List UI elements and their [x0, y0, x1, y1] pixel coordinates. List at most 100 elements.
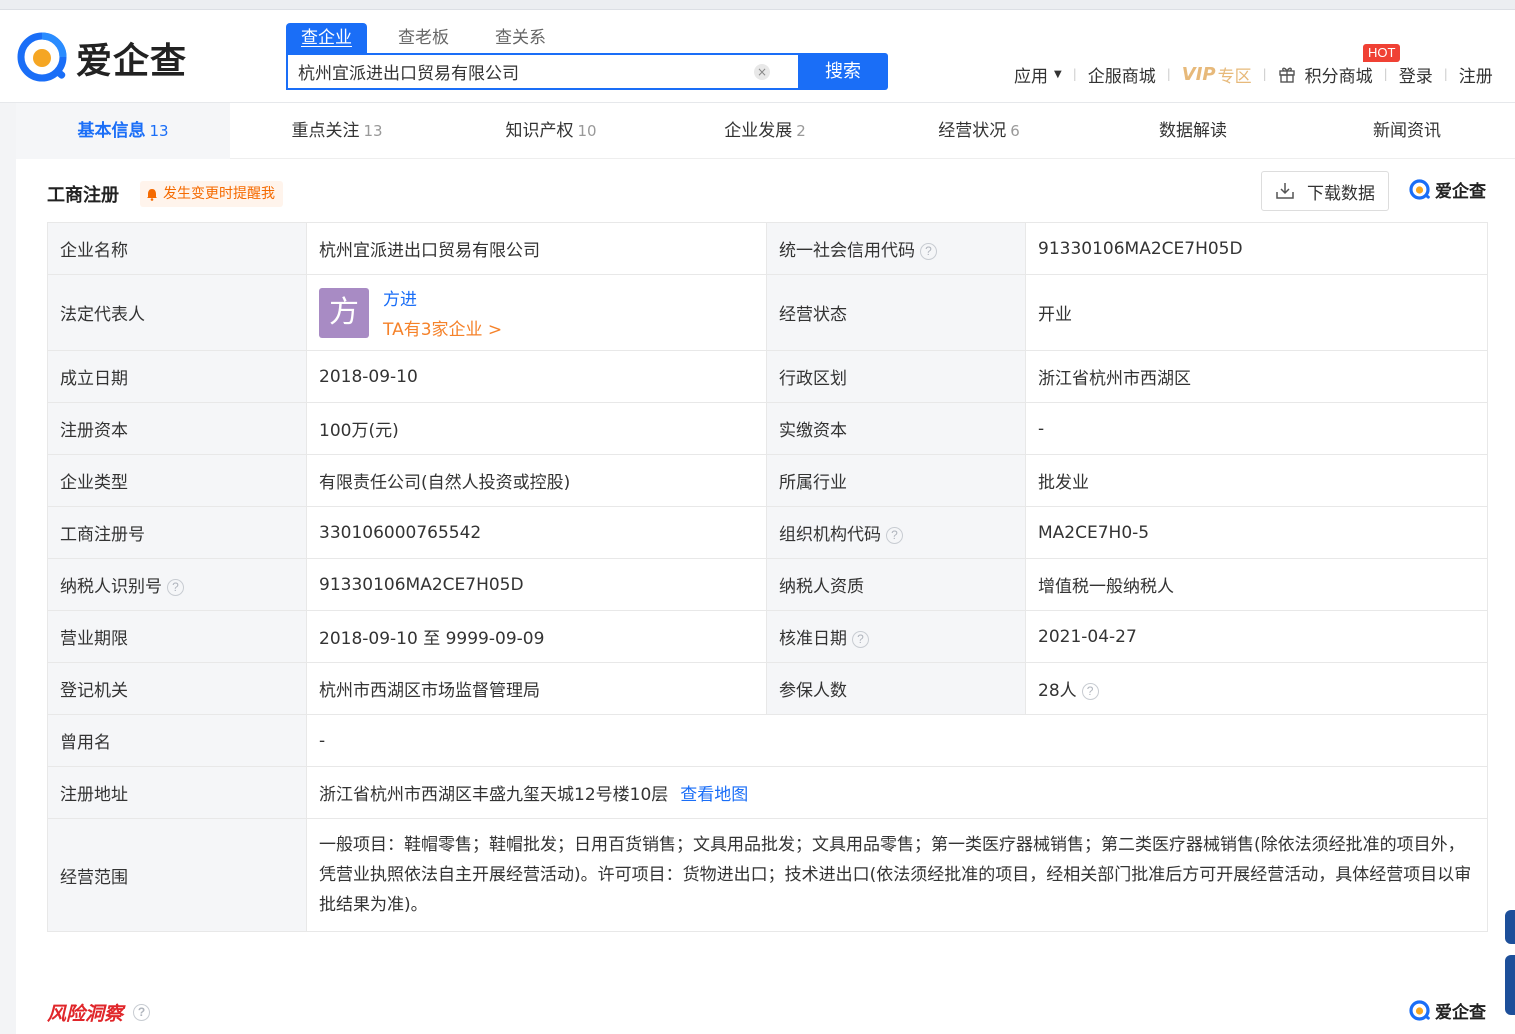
reg-no-value: 330106000765542 — [306, 506, 767, 559]
info-label: 注册地址 — [47, 766, 307, 819]
register-link[interactable]: 注册 — [1459, 62, 1493, 87]
view-map-link[interactable]: 查看地图 — [680, 785, 748, 805]
nav-divider: | — [1262, 67, 1267, 81]
tab-ip[interactable]: 知识产权 10 — [444, 103, 658, 159]
tab-count: 13 — [363, 122, 383, 140]
site-logo[interactable]: 爱企查 — [16, 28, 187, 88]
tab-count: 13 — [149, 122, 169, 140]
tab-search-relation[interactable]: 查关系 — [480, 23, 561, 53]
section-title: 工商注册 — [47, 185, 119, 206]
nav-apps[interactable]: 应用 ▼ — [1014, 62, 1062, 87]
table-row: 经营范围 一般项目：鞋帽零售；鞋帽批发；日用百货销售；文具用品批发；文具用品零售… — [47, 818, 1488, 932]
table-row: 营业期限 2018-09-10 至 9999-09-09 核准日期? 2021-… — [47, 610, 1488, 663]
aiqicha-logo-icon — [17, 32, 67, 82]
info-label: 曾用名 — [47, 714, 307, 767]
risk-insight-title: 风险洞察 ? — [47, 999, 151, 1026]
nav-points-mall[interactable]: 积分商城 — [1278, 62, 1373, 87]
table-row: 成立日期 2018-09-10 行政区划 浙江省杭州市西湖区 — [47, 350, 1488, 403]
status-value: 开业 — [1025, 274, 1488, 351]
approved-value: 2021-04-27 — [1025, 610, 1488, 663]
table-row: 登记机关 杭州市西湖区市场监督管理局 参保人数 28人? — [47, 662, 1488, 715]
help-icon[interactable]: ? — [1081, 682, 1099, 700]
top-nav: 应用 ▼ | 企服商城 | VIP 专区 | 积分商城 | 登录 | 注册 — [1014, 62, 1493, 87]
nav-divider: | — [1072, 67, 1077, 81]
tab-basic-info[interactable]: 基本信息 13 — [16, 103, 230, 159]
info-label: 登记机关 — [47, 662, 307, 715]
taxpayer-id-value: 91330106MA2CE7H05D — [306, 558, 767, 611]
tab-count: 10 — [577, 122, 597, 140]
tab-data-insight[interactable]: 数据解读 — [1086, 103, 1300, 159]
info-label: 经营范围 — [47, 818, 307, 932]
caret-down-icon: ▼ — [1054, 68, 1062, 80]
help-icon[interactable]: ? — [886, 526, 903, 544]
paid-capital-value: - — [1025, 402, 1488, 455]
search-input[interactable] — [298, 55, 748, 88]
tab-label: 知识产权 — [505, 121, 574, 141]
nav-mall[interactable]: 企服商城 — [1088, 62, 1156, 87]
taxpayer-id-label: 纳税人识别号 — [60, 577, 162, 597]
watermark-logo-text: 爱企查 — [1435, 1003, 1486, 1023]
nav-vip[interactable]: VIP 专区 — [1182, 62, 1252, 87]
remind-label: 发生变更时提醒我 — [163, 186, 275, 202]
nav-divider: | — [1166, 67, 1171, 81]
legal-rep-cell: 方 方进 TA有3家企业 > — [306, 274, 767, 351]
table-row: 工商注册号 330106000765542 组织机构代码? MA2CE7H0-5 — [47, 506, 1488, 559]
aiqicha-logo-icon — [1409, 178, 1430, 200]
aiqicha-logo-icon — [1409, 999, 1430, 1021]
watermark-logo: 爱企查 — [1408, 177, 1486, 202]
info-label: 注册资本 — [47, 402, 307, 455]
change-remind-button[interactable]: 发生变更时提醒我 — [140, 181, 283, 207]
help-icon[interactable]: ? — [920, 242, 937, 260]
nav-divider: | — [1443, 67, 1448, 81]
tab-news[interactable]: 新闻资讯 — [1300, 103, 1514, 159]
nav-points-label: 积分商城 — [1304, 66, 1373, 87]
info-label: 营业期限 — [47, 610, 307, 663]
site-header: 爱企查 查企业 查老板 查关系 × 搜索 HOT 应用 ▼ | 企服商城 | V… — [0, 10, 1515, 103]
info-label: 企业类型 — [47, 454, 307, 507]
browser-top-strip — [0, 0, 1515, 10]
nav-divider: | — [1383, 67, 1388, 81]
founded-value: 2018-09-10 — [306, 350, 767, 403]
vip-logo: VIP — [1181, 63, 1216, 85]
vip-zone-label: 专区 — [1217, 66, 1252, 87]
tab-key-focus[interactable]: 重点关注 13 — [230, 103, 444, 159]
floating-side-button[interactable] — [1505, 955, 1515, 1015]
table-row: 注册资本 100万(元) 实缴资本 - — [47, 402, 1488, 455]
tab-label: 企业发展 — [724, 121, 793, 141]
tab-label: 新闻资讯 — [1373, 121, 1441, 141]
tab-count: 2 — [796, 122, 806, 140]
avatar[interactable]: 方 — [319, 287, 369, 338]
tab-search-boss[interactable]: 查老板 — [383, 23, 464, 53]
legal-rep-companies-link[interactable]: TA有3家企业 > — [383, 315, 502, 340]
search-button[interactable]: 搜索 — [798, 53, 888, 90]
tab-label: 重点关注 — [291, 121, 360, 141]
tab-development[interactable]: 企业发展 2 — [658, 103, 872, 159]
info-label: 统一社会信用代码? — [766, 222, 1026, 275]
search-box: × — [286, 53, 798, 90]
download-data-button[interactable]: 下载数据 — [1261, 171, 1389, 211]
legal-rep-name-link[interactable]: 方进 — [383, 285, 502, 310]
insured-value: 28人 — [1038, 681, 1077, 701]
reg-capital-value: 100万(元) — [306, 402, 767, 455]
tab-label: 经营状况 — [938, 121, 1007, 141]
tab-search-company[interactable]: 查企业 — [286, 23, 367, 53]
company-detail-card: 基本信息 13 重点关注 13 知识产权 10 企业发展 2 经营状况 6 数据解读 新闻… — [16, 103, 1515, 1034]
help-icon[interactable]: ? — [852, 630, 869, 648]
bell-icon — [147, 188, 157, 201]
risk-title-label: 风险洞察 — [47, 1003, 124, 1025]
help-icon[interactable]: ? — [133, 1004, 151, 1021]
info-label: 参保人数 — [766, 662, 1026, 715]
floating-side-button[interactable] — [1505, 910, 1515, 944]
clear-icon[interactable]: × — [754, 64, 770, 80]
help-icon[interactable]: ? — [167, 578, 184, 596]
legal-rep: 方 方进 TA有3家企业 > — [319, 285, 754, 340]
approved-label: 核准日期 — [779, 629, 847, 649]
legal-rep-text: 方进 TA有3家企业 > — [383, 285, 502, 340]
info-label: 核准日期? — [766, 610, 1026, 663]
registration-info-table: 企业名称 杭州宜派进出口贸易有限公司 统一社会信用代码? 91330106MA2… — [47, 222, 1488, 932]
login-link[interactable]: 登录 — [1399, 62, 1433, 87]
hot-badge: HOT — [1363, 44, 1401, 62]
tab-operation[interactable]: 经营状况 6 — [872, 103, 1086, 159]
info-label: 组织机构代码? — [766, 506, 1026, 559]
org-code-value: MA2CE7H0-5 — [1025, 506, 1488, 559]
